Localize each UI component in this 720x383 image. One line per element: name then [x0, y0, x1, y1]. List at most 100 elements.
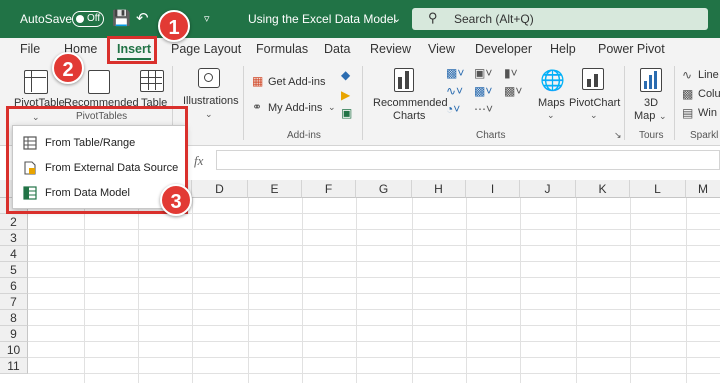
- row-header-2[interactable]: 2: [0, 214, 28, 230]
- toggle-knob: [76, 15, 84, 23]
- customize-toolbar-icon[interactable]: ▿: [204, 12, 210, 25]
- tab-power-pivot[interactable]: Power Pivot: [598, 42, 665, 56]
- pivotchart-icon[interactable]: [582, 68, 604, 90]
- column-header-l[interactable]: L: [630, 180, 686, 198]
- grid-line: [28, 325, 720, 326]
- grid-line: [248, 198, 249, 383]
- group-divider: [674, 66, 675, 140]
- row-header-4[interactable]: 4: [0, 246, 28, 262]
- 3d-map-label-1[interactable]: 3D: [644, 97, 658, 109]
- grid-line: [28, 261, 720, 262]
- row-header-7[interactable]: 7: [0, 294, 28, 310]
- my-addins-chevron-icon[interactable]: ⌄: [328, 102, 336, 113]
- maps-icon[interactable]: 🌐: [540, 68, 565, 93]
- column-header-e[interactable]: E: [248, 180, 302, 198]
- grid-line: [138, 198, 139, 383]
- pivotchart-label[interactable]: PivotChart: [569, 97, 620, 109]
- pivotchart-chevron-icon[interactable]: ⌄: [590, 110, 598, 121]
- row-header-11[interactable]: 11: [0, 358, 28, 374]
- recommended-charts-icon[interactable]: [394, 68, 414, 92]
- column-header-m[interactable]: M: [686, 180, 720, 198]
- column-header-i[interactable]: I: [466, 180, 520, 198]
- row-header-6[interactable]: 6: [0, 278, 28, 294]
- grid-line: [28, 293, 720, 294]
- undo-icon[interactable]: ↶: [136, 9, 149, 27]
- autosave-toggle[interactable]: Off: [72, 11, 104, 27]
- tab-page-layout[interactable]: Page Layout: [171, 42, 241, 56]
- group-divider: [243, 66, 244, 140]
- fx-icon[interactable]: fx: [194, 153, 203, 169]
- tab-data[interactable]: Data: [324, 42, 350, 56]
- illustrations-icon[interactable]: [198, 68, 220, 88]
- charts-dialog-launcher-icon[interactable]: ↘: [614, 130, 622, 141]
- hierarchy-chart-icon[interactable]: ▣˅: [474, 66, 492, 80]
- tab-developer[interactable]: Developer: [475, 42, 532, 56]
- chevron-down-icon[interactable]: ⌄: [392, 12, 401, 25]
- column-header-f[interactable]: F: [302, 180, 356, 198]
- grid-line: [28, 229, 720, 230]
- recommended-charts-label-1[interactable]: Recommended: [373, 97, 448, 109]
- callout-badge-3: 3: [160, 184, 192, 216]
- my-addins-icon[interactable]: ⚭: [252, 100, 262, 114]
- save-icon[interactable]: 💾: [112, 9, 131, 27]
- illustrations-chevron-icon[interactable]: ⌄: [205, 109, 213, 120]
- waterfall-chart-icon[interactable]: ▮˅: [504, 66, 518, 80]
- row-header-10[interactable]: 10: [0, 342, 28, 358]
- sparkline-winloss-label[interactable]: Win: [698, 107, 717, 119]
- column-header-j[interactable]: J: [520, 180, 576, 198]
- grid-line: [28, 245, 720, 246]
- statistic-chart-icon[interactable]: ▩˅: [474, 84, 492, 98]
- grid-line: [192, 198, 193, 383]
- sparkline-winloss-icon[interactable]: ▤: [682, 106, 693, 120]
- tab-file[interactable]: File: [20, 42, 40, 56]
- sparkline-line-icon[interactable]: ∿: [682, 68, 692, 82]
- column-header-g[interactable]: G: [356, 180, 412, 198]
- grid-line: [302, 198, 303, 383]
- line-chart-icon[interactable]: ∿˅: [446, 84, 463, 98]
- grid-line: [28, 309, 720, 310]
- 3d-map-chevron-icon[interactable]: ⌄: [659, 111, 667, 122]
- maps-label[interactable]: Maps: [538, 97, 565, 109]
- visio-icon[interactable]: ◆: [341, 68, 350, 82]
- table-icon[interactable]: [140, 70, 164, 92]
- recommended-pivottables-icon[interactable]: [88, 70, 110, 94]
- scatter-chart-icon[interactable]: ⋯˅: [474, 102, 493, 116]
- row-header-8[interactable]: 8: [0, 310, 28, 326]
- column-chart-icon[interactable]: ▩˅: [446, 66, 464, 80]
- pie-chart-icon[interactable]: ◔˅: [446, 102, 460, 116]
- my-addins-label[interactable]: My Add-ins: [268, 102, 322, 114]
- get-addins-label[interactable]: Get Add-ins: [268, 76, 325, 88]
- tab-review[interactable]: Review: [370, 42, 411, 56]
- row-header-9[interactable]: 9: [0, 326, 28, 342]
- grid-line: [630, 198, 631, 383]
- tab-help[interactable]: Help: [550, 42, 576, 56]
- column-header-h[interactable]: H: [412, 180, 466, 198]
- autosave-label: AutoSave: [20, 12, 73, 26]
- get-addins-icon[interactable]: ▦: [252, 74, 263, 88]
- search-box[interactable]: ⚲ Search (Alt+Q): [412, 8, 708, 30]
- search-placeholder: Search (Alt+Q): [454, 12, 534, 26]
- formula-input[interactable]: [216, 150, 720, 170]
- group-label-addins: Add-ins: [287, 130, 321, 141]
- 3d-map-label-2[interactable]: Map: [634, 110, 655, 122]
- column-header-k[interactable]: K: [576, 180, 630, 198]
- row-header-3[interactable]: 3: [0, 230, 28, 246]
- callout-badge-2: 2: [52, 52, 84, 84]
- tab-formulas[interactable]: Formulas: [256, 42, 308, 56]
- recommended-charts-label-2[interactable]: Charts: [393, 110, 425, 122]
- people-graph-icon[interactable]: ▣: [341, 106, 352, 120]
- combo-chart-icon[interactable]: ▩˅: [504, 84, 522, 98]
- column-header-d[interactable]: D: [192, 180, 248, 198]
- search-icon: ⚲: [428, 10, 438, 25]
- row-header-5[interactable]: 5: [0, 262, 28, 278]
- pivottable-icon[interactable]: [24, 70, 48, 94]
- illustrations-label[interactable]: Illustrations: [183, 95, 239, 107]
- sparkline-column-icon[interactable]: ▩: [682, 87, 693, 101]
- maps-chevron-icon[interactable]: ⌄: [547, 110, 555, 121]
- bing-icon[interactable]: ▶: [341, 88, 350, 102]
- tab-view[interactable]: View: [428, 42, 455, 56]
- sparkline-column-label[interactable]: Colu: [698, 88, 720, 100]
- 3d-map-icon[interactable]: [640, 68, 662, 92]
- sparkline-line-label[interactable]: Line: [698, 69, 719, 81]
- group-divider: [362, 66, 363, 140]
